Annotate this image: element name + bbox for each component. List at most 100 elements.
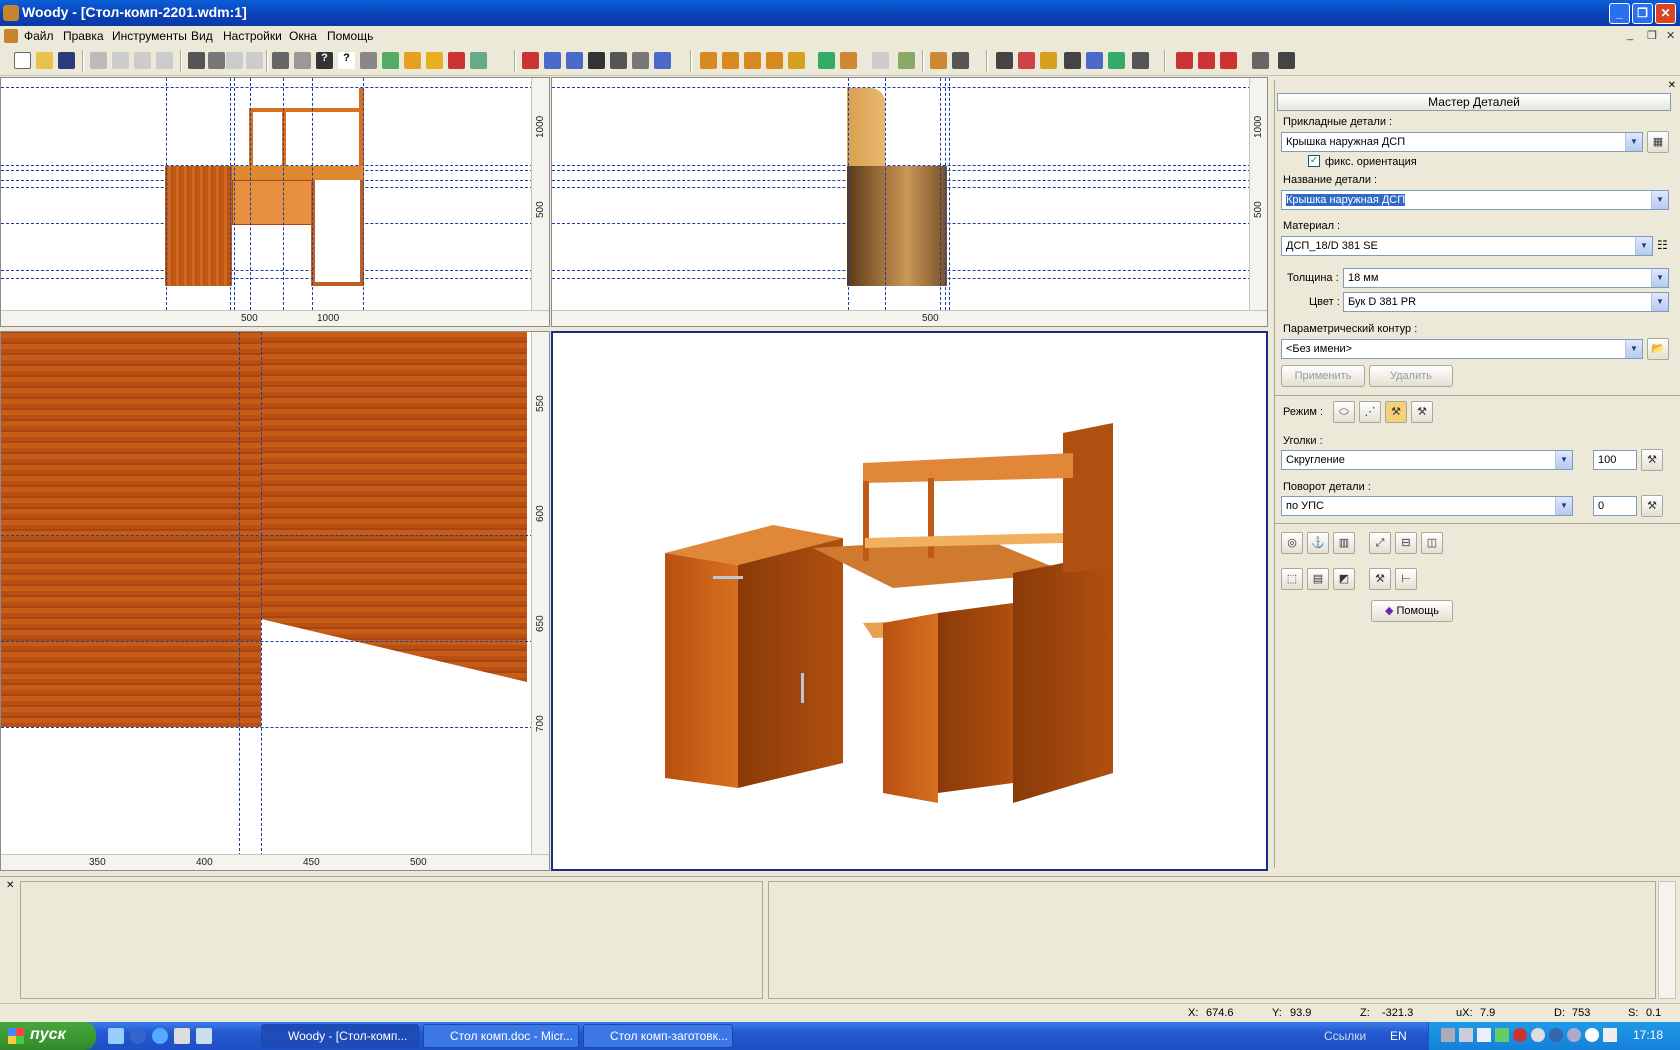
chevron-down-icon[interactable]: ▼ bbox=[1555, 451, 1572, 469]
menu-settings[interactable]: Настройки bbox=[223, 29, 282, 43]
output-scrollbar[interactable] bbox=[1658, 881, 1676, 999]
cut-icon[interactable] bbox=[112, 52, 129, 69]
print-icon[interactable] bbox=[272, 52, 289, 69]
box-icon[interactable] bbox=[872, 52, 889, 69]
rotate-apply-hammer-icon[interactable]: ⚒ bbox=[1641, 495, 1663, 517]
pattern-icon[interactable]: ◩ bbox=[1333, 568, 1355, 590]
mode-points-icon[interactable]: ⋰ bbox=[1359, 401, 1381, 423]
open-folder-icon[interactable] bbox=[36, 52, 53, 69]
corners-radius-input[interactable]: 100 bbox=[1593, 450, 1637, 470]
mode-edge-icon[interactable]: ⚒ bbox=[1385, 401, 1407, 423]
minimize-button[interactable]: _ bbox=[1609, 3, 1630, 24]
explorer-icon[interactable] bbox=[174, 1028, 190, 1044]
redo-icon[interactable] bbox=[226, 52, 243, 69]
help-icon[interactable]: ? bbox=[338, 52, 355, 69]
menu-file[interactable]: Файл bbox=[24, 29, 54, 43]
task-woody[interactable]: Woody - [Стол-комп... bbox=[261, 1024, 419, 1048]
dimension-icon[interactable]: ⊢ bbox=[1395, 568, 1417, 590]
task-word-blank[interactable]: Стол комп-заготовк... bbox=[583, 1024, 733, 1048]
resize-icon[interactable]: ⤢ bbox=[1369, 532, 1391, 554]
clock[interactable]: 17:18 bbox=[1633, 1028, 1663, 1042]
tray-icon[interactable] bbox=[1495, 1028, 1509, 1042]
menu-edit[interactable]: Правка bbox=[63, 29, 104, 43]
view-3d[interactable] bbox=[551, 331, 1268, 871]
app-icon[interactable] bbox=[196, 1028, 212, 1044]
fix-orientation-checkbox[interactable]: ✓ bbox=[1308, 155, 1320, 167]
applied-details-select[interactable]: Крышка наружная ДСП ▼ bbox=[1281, 132, 1643, 152]
material-table-icon[interactable]: ☷ bbox=[1657, 238, 1668, 252]
chevron-down-icon[interactable]: ▼ bbox=[1625, 340, 1642, 358]
tree-icon[interactable] bbox=[996, 52, 1013, 69]
panel-close-icon[interactable]: ✕ bbox=[1668, 80, 1676, 91]
task-word-doc[interactable]: Стол комп.doc - Micr... bbox=[423, 1024, 579, 1048]
corners-select[interactable]: Скругление ▼ bbox=[1281, 450, 1573, 470]
undo-icon[interactable] bbox=[188, 52, 205, 69]
ie-icon[interactable] bbox=[152, 1028, 168, 1044]
restore-button[interactable]: ❐ bbox=[1632, 3, 1653, 24]
zoom-icon[interactable] bbox=[566, 52, 583, 69]
fit-icon[interactable] bbox=[1132, 52, 1149, 69]
delete-button[interactable]: Удалить bbox=[1369, 365, 1453, 387]
view-top-zoomed[interactable]: 550 600 650 700 350 400 450 500 bbox=[0, 331, 550, 871]
menu-view[interactable]: Вид bbox=[191, 29, 213, 43]
mdi-close-button[interactable]: ✕ bbox=[1666, 29, 1675, 42]
layers-icon[interactable] bbox=[404, 52, 421, 69]
pen-icon[interactable] bbox=[898, 52, 915, 69]
output-close-icon[interactable]: ✕ bbox=[6, 880, 14, 891]
tray-icon[interactable] bbox=[1567, 1028, 1581, 1042]
close-button[interactable]: ✕ bbox=[1655, 3, 1676, 24]
zoom-window-icon[interactable] bbox=[544, 52, 561, 69]
zoom-extents-icon[interactable] bbox=[654, 52, 671, 69]
image-icon[interactable] bbox=[448, 52, 465, 69]
print-preview-icon[interactable] bbox=[294, 52, 311, 69]
delete-icon[interactable] bbox=[90, 52, 107, 69]
tool-icon[interactable] bbox=[360, 52, 377, 69]
chevron-down-icon[interactable]: ▼ bbox=[1651, 293, 1668, 311]
tray-icon[interactable] bbox=[1603, 1028, 1617, 1042]
mode-contour-icon[interactable]: ⬭ bbox=[1333, 401, 1355, 423]
display-tray-icon[interactable] bbox=[1459, 1028, 1473, 1042]
browser-icon[interactable] bbox=[130, 1028, 146, 1044]
save-icon[interactable] bbox=[58, 52, 75, 69]
properties-icon[interactable]: ▤ bbox=[1307, 568, 1329, 590]
panel-icon[interactable] bbox=[700, 52, 717, 69]
show-desktop-icon[interactable] bbox=[108, 1028, 124, 1044]
texture-icon[interactable] bbox=[818, 52, 835, 69]
antivirus-tray-icon[interactable] bbox=[1513, 1028, 1527, 1042]
chevron-down-icon[interactable]: ▼ bbox=[1635, 237, 1652, 255]
apply-button[interactable]: Применить bbox=[1281, 365, 1365, 387]
contour-select[interactable]: <Без имени> ▼ bbox=[1281, 339, 1643, 359]
eraser-icon[interactable] bbox=[1220, 52, 1237, 69]
mdi-minimize-button[interactable]: _ bbox=[1627, 29, 1633, 41]
paste-icon[interactable] bbox=[156, 52, 173, 69]
marker-icon[interactable] bbox=[1064, 52, 1081, 69]
rotate-angle-input[interactable]: 0 bbox=[1593, 496, 1637, 516]
hammer-icon[interactable]: ⚒ bbox=[1369, 568, 1391, 590]
flag-back-icon[interactable] bbox=[1198, 52, 1215, 69]
corners-apply-hammer-icon[interactable]: ⚒ bbox=[1641, 449, 1663, 471]
details-library-button[interactable]: ▦ bbox=[1647, 131, 1669, 153]
rotate-select[interactable]: по УПС ▼ bbox=[1281, 496, 1573, 516]
tray-icon[interactable] bbox=[1549, 1028, 1563, 1042]
open-contour-button[interactable]: 📂 bbox=[1647, 338, 1669, 360]
help-button[interactable]: ◆ Помощь bbox=[1371, 600, 1453, 622]
tray-icon[interactable] bbox=[1531, 1028, 1545, 1042]
anchor-icon[interactable]: ⚓ bbox=[1307, 532, 1329, 554]
mode-tool-icon[interactable]: ⚒ bbox=[1411, 401, 1433, 423]
chevron-down-icon[interactable]: ▼ bbox=[1625, 133, 1642, 151]
output-pane-right[interactable] bbox=[768, 881, 1656, 999]
thickness-select[interactable]: 18 мм ▼ bbox=[1343, 268, 1669, 288]
partition-icon[interactable] bbox=[744, 52, 761, 69]
start-button[interactable]: пуск bbox=[0, 1022, 96, 1050]
view-side[interactable]: 1000 500 500 bbox=[551, 77, 1268, 327]
import-icon[interactable] bbox=[930, 52, 947, 69]
detail-name-input[interactable]: Крышка наружная ДСП ▼ bbox=[1281, 190, 1669, 210]
material-select[interactable]: ДСП_18/D 381 SE ▼ bbox=[1281, 236, 1653, 256]
select-area-icon[interactable]: ⬚ bbox=[1281, 568, 1303, 590]
horizontal-ruler[interactable]: 350 400 450 500 bbox=[1, 854, 549, 870]
app-icon[interactable] bbox=[3, 5, 19, 21]
menu-help[interactable]: Помощь bbox=[327, 29, 373, 43]
network-tray-icon[interactable] bbox=[1441, 1028, 1455, 1042]
color-select[interactable]: Бук D 381 PR ▼ bbox=[1343, 292, 1669, 312]
chevron-down-icon[interactable]: ▼ bbox=[1651, 191, 1668, 209]
